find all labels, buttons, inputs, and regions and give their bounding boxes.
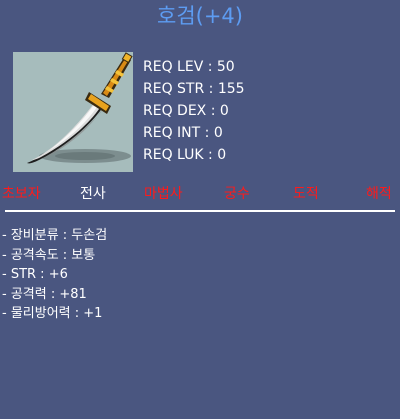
sword-icon [27,52,133,164]
job-archer: 궁수 [224,186,250,202]
item-title: 호검(+4) [157,4,243,28]
stat-defense: - 물리방어력 : +1 [2,306,103,321]
job-pirate: 해적 [366,186,392,202]
job-thief: 도적 [293,186,319,202]
stat-attack-speed: - 공격속도 : 보통 [2,247,96,263]
item-tooltip: 호검(+4) REQ LEV: 50 REQ STR: 155 REQ DE… [0,0,400,419]
job-warrior: 전사 [80,186,106,202]
job-list: 초보자 전사 마법사 궁수 도적 해적 [0,184,400,206]
req-int: REQ INT : 0 [143,125,223,141]
stats-list: - 장비분류 : 두손검 - 공격속도 : 보통 - STR : +6 - 공격… [2,226,382,324]
req-str: REQ STR : 155 [143,81,245,97]
item-icon-frame [13,52,133,172]
req-luk: REQ LUK : 0 [143,147,227,163]
stat-str: - STR : +6 [2,267,68,282]
job-beginner: 초보자 [2,186,41,202]
stat-attack: - 공격력 : +81 [2,286,87,302]
divider [5,210,395,212]
job-magician: 마법사 [144,186,183,202]
req-dex: REQ DEX : 0 [143,103,229,119]
stat-equip-type: - 장비분류 : 두손검 [2,228,108,243]
req-level: REQ LEV : 50 [143,59,235,75]
requirements-list: REQ LEV : 50 REQ STR : 155 REQ DEX : 0 R… [143,56,383,166]
